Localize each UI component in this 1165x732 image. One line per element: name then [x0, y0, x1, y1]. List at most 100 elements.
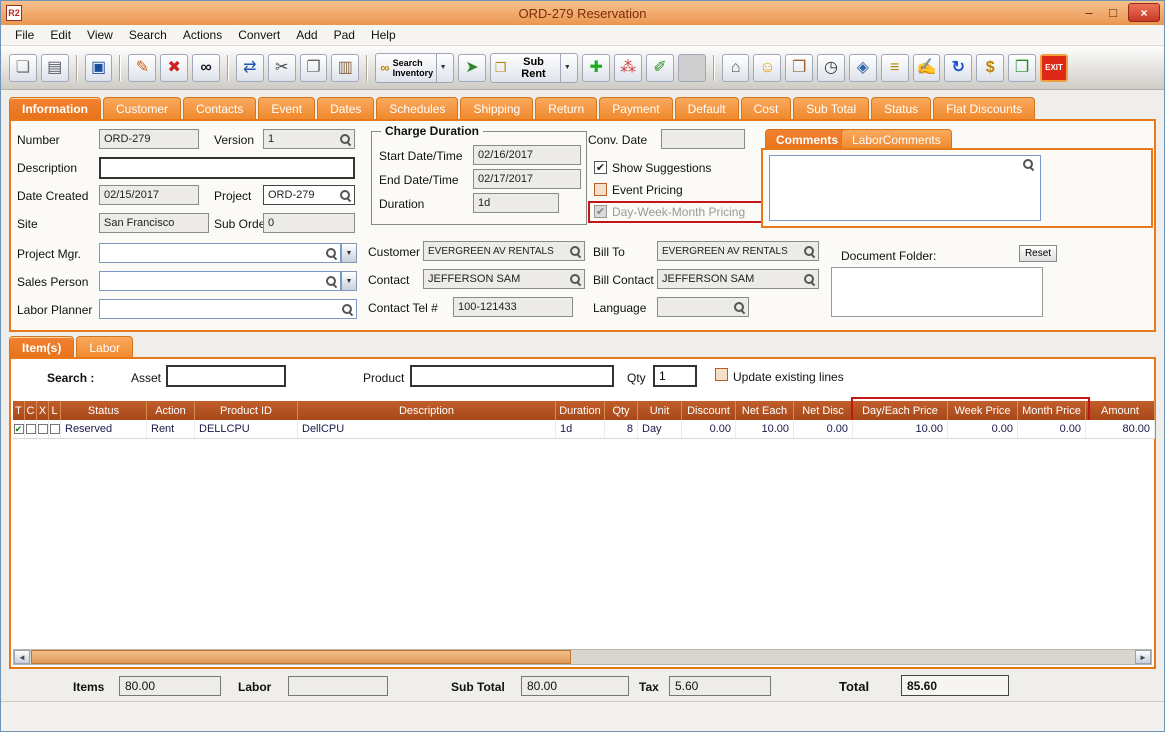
start-date-field[interactable]: 02/16/2017: [473, 145, 581, 165]
convert-button[interactable]: ⇄: [236, 54, 264, 82]
col-action[interactable]: Action: [147, 401, 195, 420]
col-unit[interactable]: Unit: [638, 401, 682, 420]
asset-button[interactable]: ◈: [849, 54, 877, 82]
copy-button[interactable]: ❐: [300, 54, 328, 82]
comments-magnifier-icon[interactable]: [1023, 159, 1034, 170]
note-button[interactable]: ✐: [646, 54, 674, 82]
tab-contacts[interactable]: Contacts: [183, 97, 256, 119]
version-field[interactable]: 1: [263, 129, 355, 149]
edit-button[interactable]: ✎: [128, 54, 156, 82]
number-field[interactable]: ORD-279: [99, 129, 199, 149]
description-input[interactable]: [99, 157, 355, 179]
col-week-price[interactable]: Week Price: [948, 401, 1018, 420]
tab-schedules[interactable]: Schedules: [376, 97, 458, 119]
bill-to-field[interactable]: EVERGREEN AV RENTALS: [657, 241, 819, 261]
scroll-right-arrow[interactable]: ►: [1135, 650, 1151, 664]
sub-rent-dropdown[interactable]: ▼: [560, 54, 573, 82]
col-description[interactable]: Description: [298, 401, 556, 420]
project-magnifier-icon[interactable]: [340, 190, 351, 201]
labor-planner-field[interactable]: [99, 299, 357, 319]
payment-button[interactable]: $: [976, 54, 1004, 82]
tab-dates[interactable]: Dates: [317, 97, 374, 119]
update-existing-lines-checkbox[interactable]: [715, 368, 728, 381]
tab-sub-total[interactable]: Sub Total: [793, 97, 869, 119]
comments-textarea[interactable]: [769, 155, 1041, 221]
table-row[interactable]: ✔ Reserved Rent DELLCPU DellCPU 1d 8 Day…: [13, 420, 1155, 439]
paste-button[interactable]: ▥: [331, 54, 359, 82]
bill-contact-magnifier-icon[interactable]: [804, 274, 815, 285]
horizontal-scrollbar[interactable]: ◄ ►: [13, 649, 1152, 665]
col-status[interactable]: Status: [61, 401, 147, 420]
product-input[interactable]: [410, 365, 614, 387]
col-day-each-price[interactable]: Day/Each Price: [853, 401, 948, 420]
labor-planner-magnifier-icon[interactable]: [342, 304, 353, 315]
project-mgr-magnifier-icon[interactable]: [326, 248, 337, 259]
tab-flat-discounts[interactable]: Flat Discounts: [933, 97, 1035, 119]
refresh-button[interactable]: ↻: [944, 54, 972, 82]
menu-actions[interactable]: Actions: [175, 26, 230, 44]
project-field[interactable]: ORD-279: [263, 185, 355, 205]
scrollbar-thumb[interactable]: [31, 650, 571, 664]
sales-person-dropdown[interactable]: ▼: [341, 271, 357, 291]
row-l-checkbox[interactable]: [50, 424, 60, 434]
customer-magnifier-icon[interactable]: [570, 246, 581, 257]
tab-comments[interactable]: Comments: [765, 129, 849, 149]
sales-person-magnifier-icon[interactable]: [326, 276, 337, 287]
language-magnifier-icon[interactable]: [734, 302, 745, 313]
shipping-button[interactable]: ❒: [1008, 54, 1036, 82]
menu-convert[interactable]: Convert: [230, 26, 288, 44]
new-document-button[interactable]: ❏: [9, 54, 37, 82]
tab-cost[interactable]: Cost: [741, 97, 792, 119]
row-x-checkbox[interactable]: [38, 424, 48, 434]
col-duration[interactable]: Duration: [556, 401, 605, 420]
sub-rent-button[interactable]: ❒ Sub Rent ▼: [490, 53, 578, 83]
maximize-button[interactable]: □: [1104, 5, 1122, 20]
scroll-left-arrow[interactable]: ◄: [14, 650, 30, 664]
project-mgr-combo[interactable]: [99, 243, 341, 263]
language-combo[interactable]: [657, 297, 749, 317]
event-pricing-checkbox[interactable]: [594, 183, 607, 196]
delete-button[interactable]: ✖: [160, 54, 188, 82]
show-suggestions-checkbox[interactable]: ✔: [594, 161, 607, 174]
exit-button[interactable]: EXIT: [1040, 54, 1068, 82]
tab-labor-comments[interactable]: LaborComments: [841, 129, 952, 149]
save-button[interactable]: ▣: [85, 54, 113, 82]
col-l[interactable]: L: [49, 401, 61, 420]
minimize-button[interactable]: –: [1080, 5, 1098, 20]
billing-button[interactable]: ≡: [881, 54, 909, 82]
tab-payment[interactable]: Payment: [599, 97, 672, 119]
col-amount[interactable]: Amount: [1086, 401, 1155, 420]
col-discount[interactable]: Discount: [682, 401, 736, 420]
project-mgr-dropdown[interactable]: ▼: [341, 243, 357, 263]
schedule-button[interactable]: ◷: [817, 54, 845, 82]
customer-button[interactable]: ☺: [753, 54, 781, 82]
col-net-each[interactable]: Net Each: [736, 401, 794, 420]
menu-add[interactable]: Add: [288, 26, 325, 44]
bill-to-magnifier-icon[interactable]: [804, 246, 815, 257]
tab-items[interactable]: Item(s): [9, 336, 74, 358]
col-t[interactable]: T: [13, 401, 25, 420]
row-t-checkbox[interactable]: ✔: [14, 424, 24, 434]
tab-shipping[interactable]: Shipping: [460, 97, 533, 119]
qty-input[interactable]: [653, 365, 697, 387]
col-product-id[interactable]: Product ID: [195, 401, 298, 420]
group-button[interactable]: ⁂: [614, 54, 642, 82]
menu-view[interactable]: View: [79, 26, 121, 44]
col-qty[interactable]: Qty: [605, 401, 638, 420]
document-folder-box[interactable]: [831, 267, 1043, 317]
menu-file[interactable]: File: [7, 26, 42, 44]
row-c-checkbox[interactable]: [26, 424, 36, 434]
bill-contact-field[interactable]: JEFFERSON SAM: [657, 269, 819, 289]
col-c[interactable]: C: [25, 401, 37, 420]
tab-status[interactable]: Status: [871, 97, 931, 119]
tab-default[interactable]: Default: [675, 97, 739, 119]
menu-pad[interactable]: Pad: [326, 26, 363, 44]
asset-input[interactable]: [166, 365, 286, 387]
tab-event[interactable]: Event: [258, 97, 315, 119]
blank-button[interactable]: [678, 54, 706, 82]
search-inventory-button[interactable]: ∞ Search Inventory ▼: [375, 53, 454, 83]
sales-person-combo[interactable]: [99, 271, 341, 291]
menu-edit[interactable]: Edit: [42, 26, 79, 44]
tab-information[interactable]: Information: [9, 97, 101, 119]
close-button[interactable]: ×: [1128, 3, 1160, 22]
